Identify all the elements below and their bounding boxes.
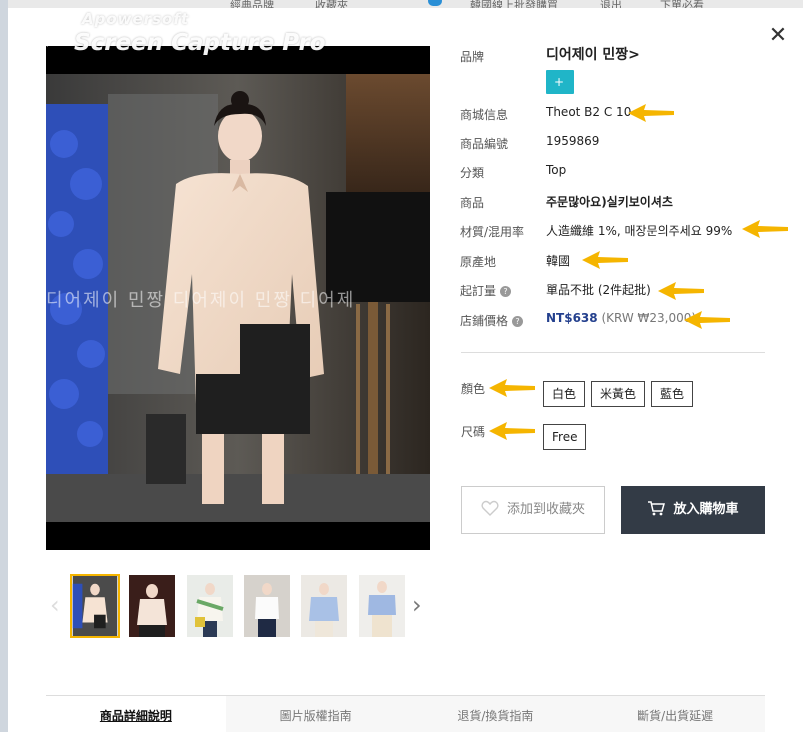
- help-icon[interactable]: ?: [500, 286, 512, 297]
- moq-value: 單品不批 (2件起批): [546, 283, 651, 297]
- brand-link[interactable]: 디어제이 민짱>: [546, 44, 640, 64]
- thumbnail[interactable]: [70, 574, 120, 638]
- store-label: 商城信息: [460, 108, 509, 122]
- code-row: 商品編號 1959869: [460, 131, 780, 155]
- annotation-arrow-icon: [582, 251, 628, 269]
- color-option-beige[interactable]: 米黃色: [591, 381, 646, 407]
- thumbnail[interactable]: [244, 575, 290, 637]
- heart-icon: [481, 500, 499, 516]
- tab-stockout-delay[interactable]: 斷貨/出貨延遲: [585, 696, 765, 732]
- moq-row: 起訂量? 單品不批 (2件起批): [460, 278, 780, 302]
- origin-label: 原產地: [460, 255, 497, 269]
- annotation-arrow-icon: [658, 282, 704, 300]
- price-label-text: 店鋪價格: [460, 314, 509, 328]
- background-page-strip: 經典品牌 收藏夾 韓國線上批發購買 退出 下單必看: [0, 0, 803, 12]
- moq-label: 起訂量?: [460, 282, 512, 299]
- store-row: 商城信息 Theot B2 C 10: [460, 102, 780, 126]
- thumbnail[interactable]: [301, 575, 347, 637]
- tab-product-detail[interactable]: 商品詳細說明: [46, 696, 226, 732]
- add-to-wishlist-button[interactable]: 添加到收藏夾: [461, 486, 605, 534]
- tab-image-copyright[interactable]: 圖片版權指南: [226, 696, 406, 732]
- material-value: 人造纖維 1%, 매장문의주세요 99%: [546, 224, 733, 238]
- price-row: 店鋪價格? NT$638 (KRW ₩23,000): [460, 308, 780, 332]
- help-icon[interactable]: ?: [512, 316, 524, 327]
- cart-icon: [648, 501, 666, 516]
- thumbnail[interactable]: [129, 575, 175, 637]
- material-label: 材質/混用率: [460, 225, 525, 239]
- size-option-free[interactable]: Free: [543, 424, 587, 450]
- color-label: 顏色: [461, 382, 486, 396]
- price-ntd: NT$638: [546, 311, 598, 325]
- detail-tabs: 商品詳細說明 圖片版權指南 退貨/換貨指南 斷貨/出貨延遲: [46, 695, 765, 732]
- store-value: Theot B2 C 10: [546, 105, 632, 119]
- product-name: 주문많아요)실키보이셔츠: [546, 195, 673, 209]
- tab-return-exchange[interactable]: 退貨/換貨指南: [406, 696, 586, 732]
- chevron-right-icon[interactable]: ›: [412, 590, 422, 620]
- category-row: 分類 Top: [460, 160, 780, 184]
- annotation-arrow-icon: [742, 220, 788, 238]
- price-label: 店鋪價格?: [460, 312, 524, 329]
- color-option-white[interactable]: 白色: [543, 381, 586, 407]
- background-page-edge: [0, 0, 8, 732]
- thumbnail[interactable]: [187, 575, 233, 637]
- add-favorite-button[interactable]: + 添加至收藏夾: [546, 70, 574, 233]
- add-to-cart-button[interactable]: 放入購物車: [621, 486, 765, 534]
- code-value: 1959869: [546, 134, 600, 148]
- color-option-blue[interactable]: 藍色: [651, 381, 694, 407]
- brand-label: 品牌: [460, 50, 485, 64]
- material-row: 材質/混用率 人造纖維 1%, 매장문의주세요 99%: [460, 219, 780, 243]
- origin-value: 韓國: [546, 254, 571, 268]
- annotation-arrow-icon: [489, 379, 535, 397]
- name-label: 商品: [460, 196, 485, 210]
- name-row: 商品 주문많아요)실키보이셔츠: [460, 190, 780, 214]
- category-label: 分類: [460, 166, 485, 180]
- main-product-image: 디어제이 민짱 디어제이 민짱 디어제: [46, 46, 430, 550]
- annotation-arrow-icon: [628, 104, 674, 122]
- code-label: 商品編號: [460, 137, 509, 151]
- annotation-arrow-icon: [489, 422, 535, 440]
- moq-label-text: 起訂量: [460, 284, 497, 298]
- price-value: NT$638 (KRW ₩23,000): [546, 311, 696, 325]
- brand-row: 品牌 디어제이 민짱>: [460, 44, 780, 68]
- divider: [461, 352, 765, 353]
- annotation-arrow-icon: [684, 311, 730, 329]
- bg-badge: [428, 0, 442, 6]
- image-watermark-text: 디어제이 민짱 디어제이 민짱 디어제: [46, 290, 356, 311]
- wishlist-label: 添加到收藏夾: [506, 502, 585, 517]
- cart-label: 放入購物車: [673, 502, 739, 517]
- size-label: 尺碼: [461, 425, 486, 439]
- thumbnail[interactable]: [359, 575, 405, 637]
- category-value: Top: [546, 163, 567, 177]
- chevron-left-icon[interactable]: ‹: [50, 590, 60, 620]
